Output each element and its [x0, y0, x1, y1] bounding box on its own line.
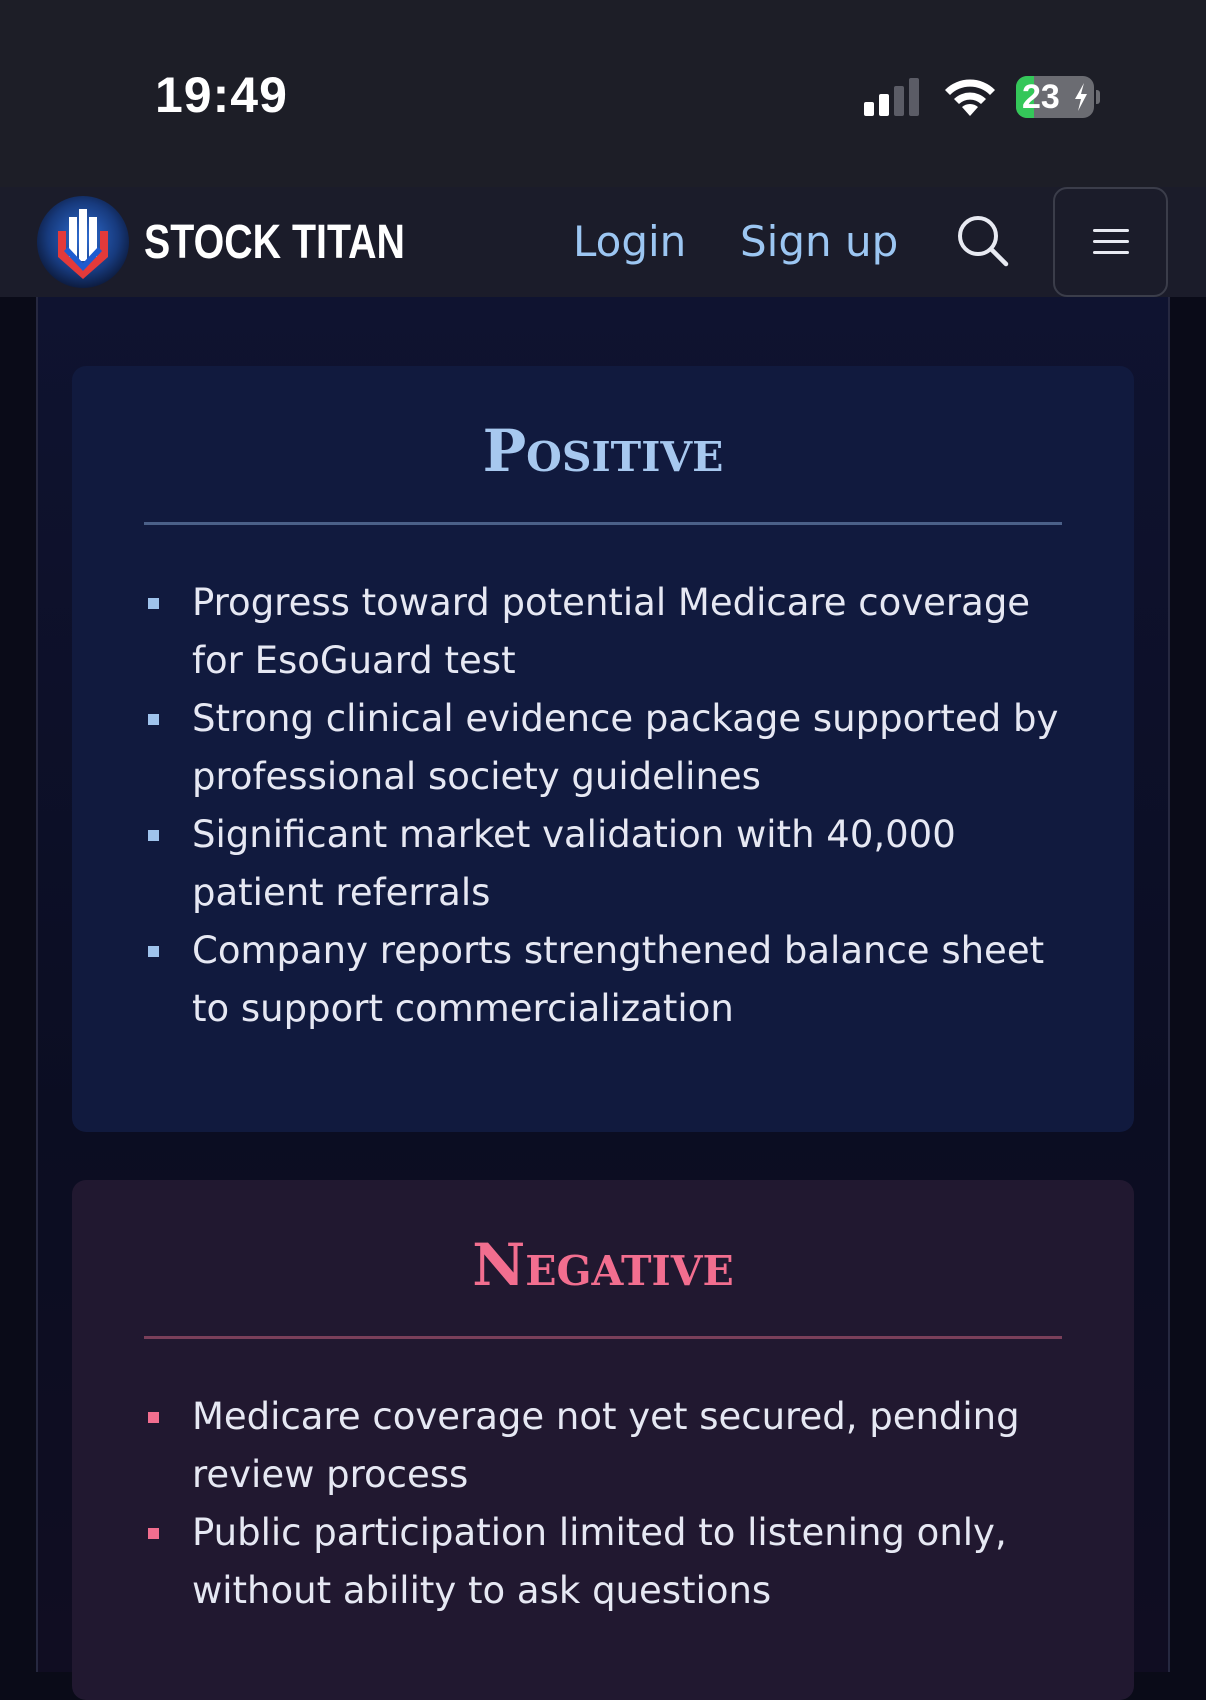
status-time: 19:49 — [155, 67, 288, 123]
positive-card: Positive Progress toward potential Medic… — [72, 366, 1134, 1132]
search-icon[interactable] — [954, 212, 1012, 270]
negative-divider — [144, 1336, 1062, 1339]
battery-indicator: 23 — [1016, 76, 1100, 118]
positive-item: Progress toward potential Medicare cover… — [72, 574, 1134, 690]
hamburger-menu-icon — [1093, 229, 1129, 254]
bullet-square-icon — [148, 946, 159, 957]
positive-item-text: Significant market validation with 40,00… — [192, 813, 956, 914]
cellular-signal-icon — [864, 78, 919, 116]
negative-item: Medicare coverage not yet secured, pendi… — [72, 1388, 1134, 1504]
positive-item-text: Progress toward potential Medicare cover… — [192, 581, 1031, 682]
positive-title: Positive — [482, 417, 724, 485]
negative-item-text: Medicare coverage not yet secured, pendi… — [192, 1395, 1020, 1496]
menu-button[interactable] — [1053, 187, 1168, 297]
positive-item: Significant market validation with 40,00… — [72, 806, 1134, 922]
battery-level: 23 — [1022, 78, 1060, 116]
positive-list: Progress toward potential Medicare cover… — [72, 574, 1134, 1038]
stock-titan-logo-icon[interactable] — [36, 195, 130, 289]
brand-name[interactable]: STOCK TITAN — [144, 213, 405, 273]
bullet-square-icon — [148, 830, 159, 841]
charging-bolt-icon — [1075, 83, 1087, 111]
site-header: STOCK TITAN Login Sign up — [0, 187, 1206, 297]
signup-link[interactable]: Sign up — [740, 214, 898, 270]
negative-list: Medicare coverage not yet secured, pendi… — [72, 1388, 1134, 1620]
wifi-icon — [945, 79, 995, 116]
status-bar: 19:49 23 — [0, 0, 1206, 187]
positive-item: Company reports strengthened balance she… — [72, 922, 1134, 1038]
positive-item-text: Strong clinical evidence package support… — [192, 697, 1059, 798]
bullet-square-icon — [148, 714, 159, 725]
bullet-square-icon — [148, 598, 159, 609]
negative-item: Public participation limited to listenin… — [72, 1504, 1134, 1620]
positive-item-text: Company reports strengthened balance she… — [192, 929, 1045, 1030]
login-link[interactable]: Login — [573, 214, 686, 270]
negative-card: Negative Medicare coverage not yet secur… — [72, 1180, 1134, 1700]
negative-title: Negative — [472, 1231, 734, 1299]
bullet-square-icon — [148, 1528, 159, 1539]
negative-item-text: Public participation limited to listenin… — [192, 1511, 1007, 1612]
positive-item: Strong clinical evidence package support… — [72, 690, 1134, 806]
positive-divider — [144, 522, 1062, 525]
bullet-square-icon — [148, 1412, 159, 1423]
